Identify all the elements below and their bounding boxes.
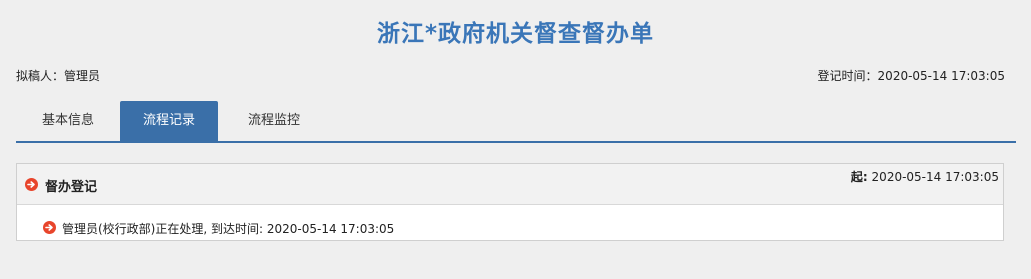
register-time: 登记时间：2020-05-14 17:03:05 — [817, 69, 1005, 83]
panel-header: 督办登记 起: 2020-05-14 17:03:05 — [17, 164, 1003, 205]
arrow-right-circle-icon — [43, 221, 56, 234]
drafter-info: 拟稿人：管理员 — [16, 69, 101, 83]
tab-process-record[interactable]: 流程记录 — [120, 101, 218, 141]
tab-bar: 基本信息 流程记录 流程监控 — [16, 101, 1016, 143]
start-label: 起: — [850, 170, 868, 184]
start-time-value: 2020-05-14 17:03:05 — [871, 170, 999, 184]
start-time: 起: 2020-05-14 17:03:05 — [851, 168, 999, 185]
arrow-right-circle-icon — [25, 178, 38, 191]
tab-basic-info[interactable]: 基本信息 — [20, 101, 116, 141]
panel-title: 督办登记 — [45, 180, 98, 195]
tab-process-monitor[interactable]: 流程监控 — [222, 101, 326, 141]
page-title: 浙江*政府机关督查督办单 — [376, 21, 655, 47]
process-step-text: 管理员(校行政部)正在处理, 到达时间: 2020-05-14 17:03:05 — [62, 222, 395, 236]
